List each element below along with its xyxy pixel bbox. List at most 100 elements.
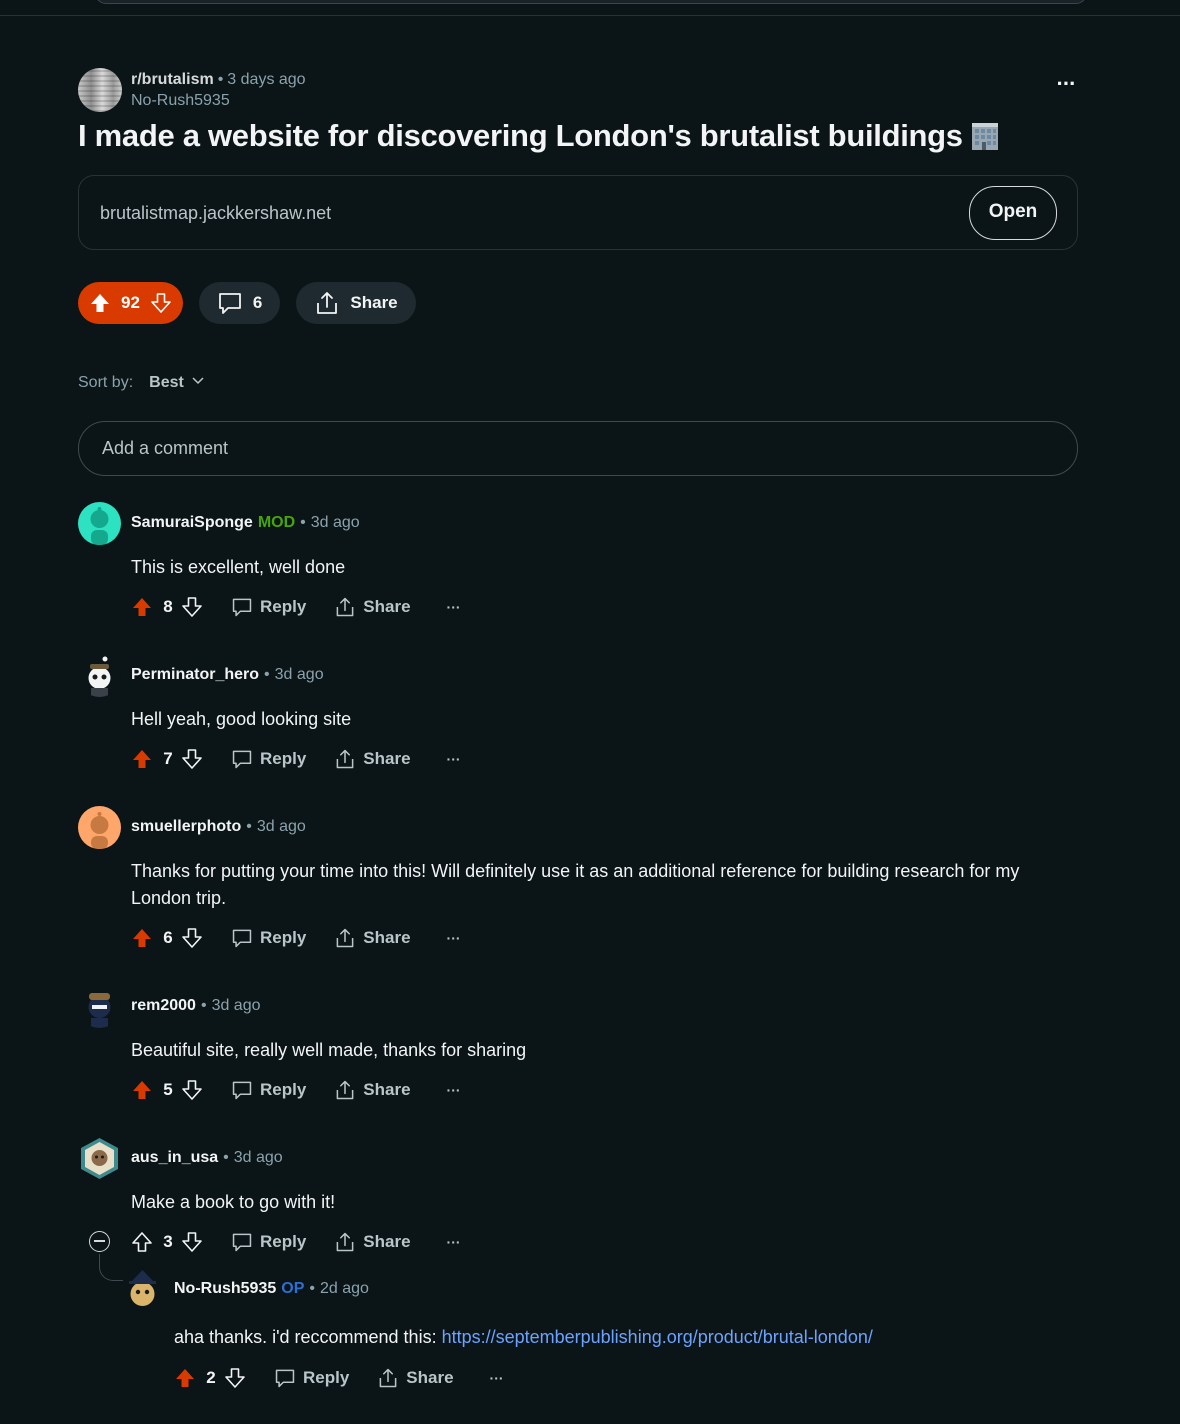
comment-icon — [232, 750, 252, 769]
comment-score: 3 — [163, 1232, 173, 1251]
link-preview[interactable]: brutalistmap.jackkershaw.net Open — [78, 175, 1078, 250]
meta-separator: • — [300, 514, 306, 531]
reply-button[interactable]: Reply — [231, 1079, 306, 1101]
post-score: 92 — [121, 293, 140, 312]
open-button[interactable]: Open — [969, 186, 1057, 240]
more-options-icon[interactable]: ··· — [447, 1234, 461, 1250]
comment-time: 3d ago — [256, 818, 306, 835]
comment-body: This is excellent, well done — [131, 557, 346, 577]
chevron-down-icon[interactable] — [192, 377, 204, 385]
comment-time: 3d ago — [211, 997, 261, 1014]
share-button[interactable]: Share — [334, 748, 411, 770]
meta-separator: • — [200, 997, 207, 1014]
sort-dropdown[interactable]: Best — [149, 374, 184, 391]
comment-time: 2d ago — [319, 1280, 369, 1297]
share-icon — [336, 597, 354, 617]
comment-author[interactable]: rem2000 — [131, 997, 196, 1014]
more-options-icon[interactable]: ··· — [490, 1370, 504, 1386]
share-button[interactable]: Share — [334, 1231, 411, 1253]
comment-icon — [219, 293, 241, 314]
avatar[interactable] — [78, 1137, 121, 1180]
downvote-icon[interactable] — [181, 1079, 203, 1101]
downvote-icon[interactable] — [181, 748, 203, 770]
downvote-icon[interactable] — [181, 1231, 203, 1253]
comments-button[interactable]: 6 — [198, 282, 281, 324]
avatar[interactable] — [78, 806, 121, 849]
comment-author[interactable]: No-Rush5935 — [174, 1280, 276, 1297]
office-building-icon — [971, 123, 998, 150]
share-button[interactable]: Share — [334, 596, 411, 618]
more-options-icon[interactable]: ··· — [447, 930, 461, 946]
add-comment-input[interactable] — [100, 437, 1004, 460]
vote-control: 92 — [78, 282, 183, 324]
more-options-icon[interactable]: ··· — [447, 751, 461, 767]
comment-actions: 3 Reply Share ··· — [131, 1228, 461, 1256]
avatar[interactable] — [121, 1268, 164, 1311]
more-options-icon[interactable]: ··· — [1054, 73, 1078, 100]
search-bar-fragment[interactable] — [95, 0, 1087, 4]
reply-button[interactable]: Reply — [231, 927, 306, 949]
meta-separator: • — [246, 818, 252, 835]
upvote-icon[interactable] — [131, 1079, 153, 1101]
reply-label: Reply — [260, 749, 307, 768]
header-divider — [0, 15, 1180, 16]
subreddit-link[interactable]: r/brutalism — [131, 71, 214, 88]
reply-button[interactable]: Reply — [231, 596, 306, 618]
comment-actions: 6 Reply Share ··· — [131, 924, 461, 952]
downvote-icon[interactable] — [181, 596, 203, 618]
share-button[interactable]: Share — [334, 1079, 411, 1101]
share-label: Share — [350, 293, 398, 312]
upvote-icon[interactable] — [174, 1367, 196, 1389]
more-options-icon[interactable]: ··· — [447, 599, 461, 615]
reply-label: Reply — [260, 1080, 307, 1099]
comment-author[interactable]: SamuraiSponge — [131, 514, 253, 531]
comment-author[interactable]: Perminator_hero — [131, 666, 259, 683]
reply-button[interactable]: Reply — [231, 748, 306, 770]
comment-score: 7 — [163, 749, 173, 768]
comment-header: smuellerphoto • 3d ago — [131, 817, 306, 837]
reply-label: Reply — [260, 928, 307, 947]
more-options-icon[interactable]: ··· — [447, 1082, 461, 1098]
upvote-icon[interactable] — [89, 292, 111, 314]
op-badge: OP — [281, 1280, 305, 1297]
upvote-icon[interactable] — [131, 927, 153, 949]
reply-button[interactable]: Reply — [274, 1367, 349, 1389]
post-time: 3 days ago — [227, 71, 306, 88]
add-comment-box[interactable] — [78, 421, 1078, 476]
share-button[interactable]: Share — [334, 927, 411, 949]
collapse-thread-icon[interactable] — [89, 1231, 110, 1252]
avatar[interactable] — [78, 985, 121, 1028]
sort-control: Sort by: Best — [78, 374, 204, 392]
link-url[interactable]: brutalistmap.jackkershaw.net — [100, 203, 331, 224]
upvote-icon[interactable] — [131, 748, 153, 770]
share-icon — [336, 928, 354, 948]
comment-link[interactable]: https://septemberpublishing.org/product/… — [442, 1327, 873, 1347]
meta-separator: • — [223, 1149, 229, 1166]
avatar[interactable] — [78, 502, 121, 545]
share-button[interactable]: Share — [296, 282, 416, 324]
downvote-icon[interactable] — [224, 1367, 246, 1389]
comment-header: rem2000 • 3d ago — [131, 996, 261, 1016]
post-title-text: I made a website for discovering London'… — [78, 118, 963, 153]
comment-header: Perminator_hero • 3d ago — [131, 665, 324, 685]
downvote-icon[interactable] — [150, 292, 172, 314]
comments-count: 6 — [252, 293, 263, 312]
upvote-icon[interactable] — [131, 596, 153, 618]
share-button[interactable]: Share — [377, 1367, 454, 1389]
post-author[interactable]: No-Rush5935 — [131, 90, 306, 111]
share-label: Share — [363, 749, 411, 768]
subreddit-avatar[interactable] — [78, 68, 122, 112]
upvote-icon[interactable] — [131, 1231, 153, 1253]
comment-actions: 7 Reply Share ··· — [131, 745, 461, 773]
downvote-icon[interactable] — [181, 927, 203, 949]
reply-label: Reply — [303, 1368, 350, 1387]
reply-button[interactable]: Reply — [231, 1231, 306, 1253]
post-actions: 92 6 Share — [78, 282, 416, 324]
meta-separator: • — [217, 71, 224, 88]
reply-label: Reply — [260, 597, 307, 616]
avatar[interactable] — [78, 654, 121, 697]
comment-author[interactable]: aus_in_usa — [131, 1149, 218, 1166]
comment-author[interactable]: smuellerphoto — [131, 818, 241, 835]
post-title: I made a website for discovering London'… — [78, 118, 1001, 154]
meta-separator: • — [264, 666, 270, 683]
